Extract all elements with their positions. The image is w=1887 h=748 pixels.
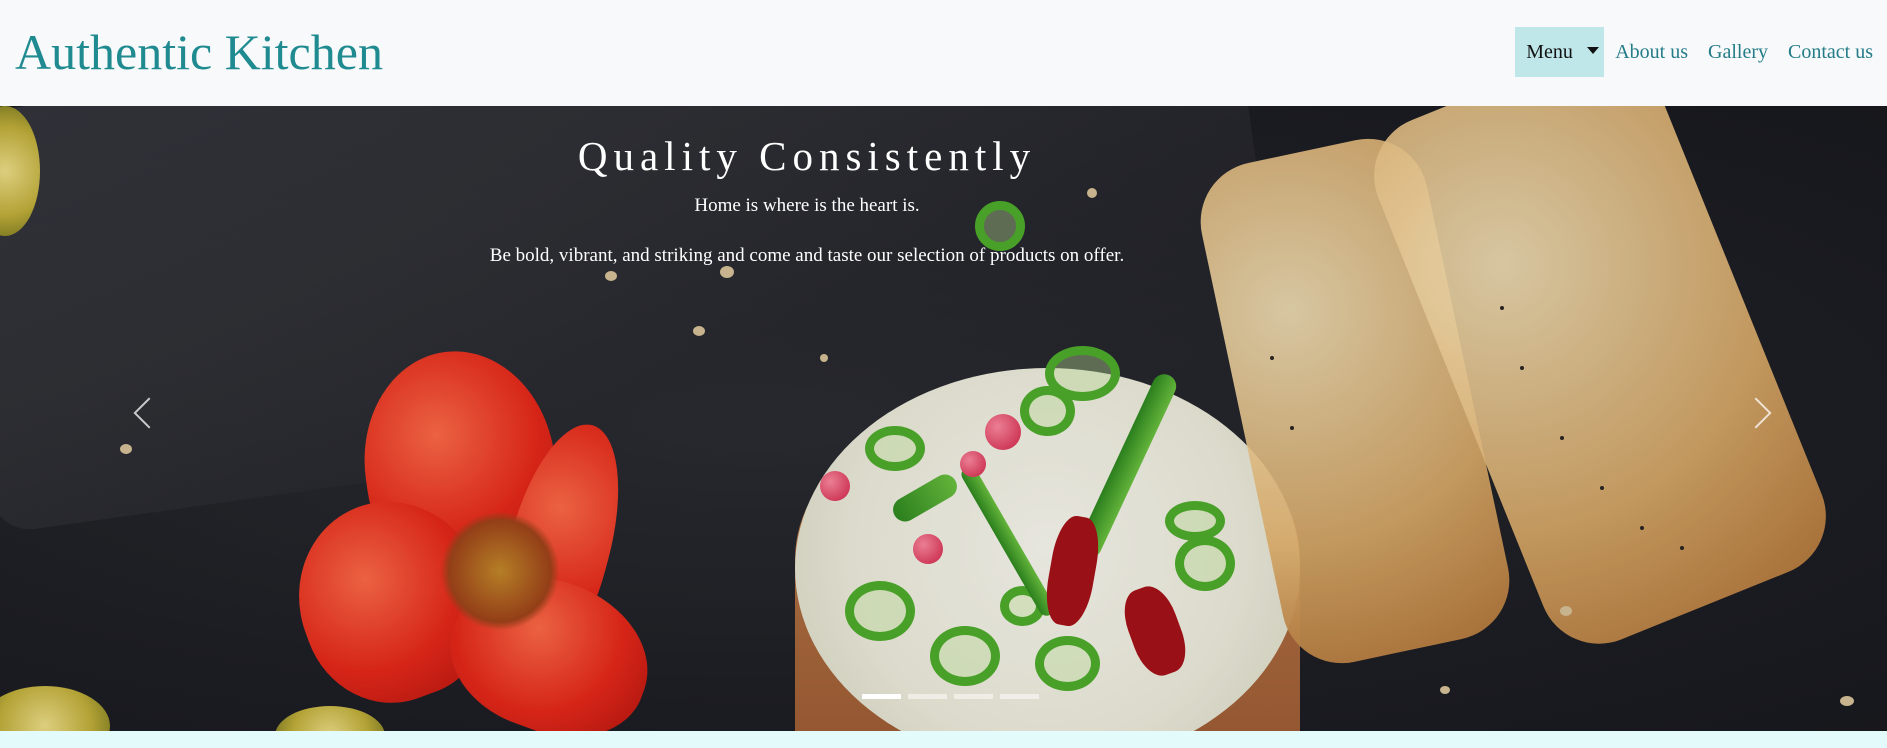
carousel-indicator-2[interactable] xyxy=(908,694,947,699)
nav-gallery[interactable]: Gallery xyxy=(1708,27,1768,77)
nav-links: Menu About us Gallery Contact us xyxy=(1515,27,1887,77)
nav-menu-label: Menu xyxy=(1526,41,1573,63)
caret-down-icon xyxy=(1586,46,1599,54)
nav-contact-us[interactable]: Contact us xyxy=(1788,27,1873,77)
carousel-indicators xyxy=(862,694,1046,699)
carousel-title: Quality Consistently xyxy=(577,133,1037,179)
carousel-indicator-4[interactable] xyxy=(1000,694,1039,699)
hero-carousel: Quality Consistently Home is where is th… xyxy=(0,106,1887,731)
nav-menu-dropdown[interactable]: Menu xyxy=(1515,27,1605,77)
carousel-indicator-1[interactable] xyxy=(862,694,901,699)
carousel-subtitle: Home is where is the heart is. xyxy=(694,195,920,216)
nav-about-us[interactable]: About us xyxy=(1615,27,1688,77)
navbar: Authentic Kitchen Menu About us Gallery … xyxy=(0,0,1887,106)
carousel-indicator-3[interactable] xyxy=(954,694,993,699)
carousel-description: Be bold, vibrant, and striking and come … xyxy=(489,245,1125,266)
brand-logo[interactable]: Authentic Kitchen xyxy=(15,22,383,82)
